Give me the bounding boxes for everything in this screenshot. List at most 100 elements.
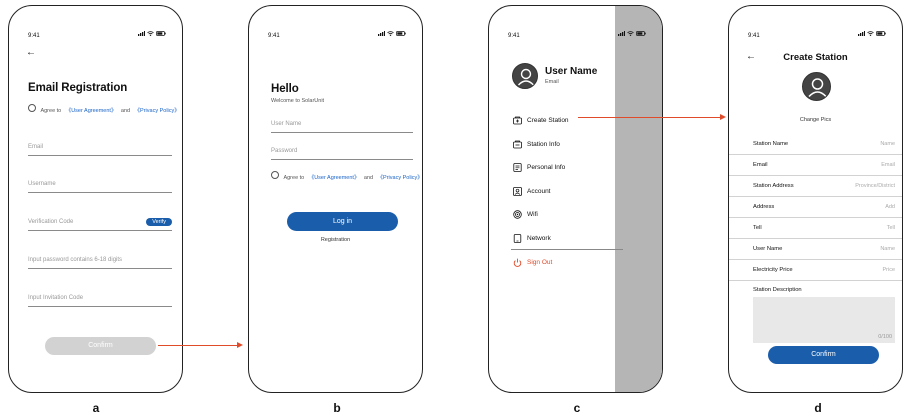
login-button[interactable]: Log in [287,212,398,231]
status-icons [618,31,646,36]
username-placeholder: User Name [271,121,302,127]
menu-label-personal-info: Personal Info [527,164,566,171]
form-row-station-address[interactable]: Station Address Province/District [729,177,902,197]
email-placeholder: Email [28,144,44,150]
agree-radio[interactable] [28,103,36,112]
menu-item-sign-out[interactable]: Sign Out [513,258,552,267]
agreement-row: Agree to 《User Agreement》 and 《Privacy P… [28,99,180,117]
menu-item-personal-info[interactable]: Personal Info [513,163,565,172]
status-icons [378,31,406,36]
menu-item-account[interactable]: Account [513,187,551,196]
panel-label-a: a [92,401,100,415]
user-name: User Name [545,66,598,77]
flow-arrow-head [237,342,243,348]
form-label: Electricity Price [753,267,793,273]
status-time: 9:41 [28,33,40,39]
station-info-icon [513,140,522,149]
page-title: Create Station [783,52,848,63]
form-label: Address [753,204,775,210]
form-hint: Province/District [855,183,895,189]
status-icons [138,31,166,36]
form-label: Station Name [753,141,789,147]
invitation-code-field[interactable]: Input Invitation Code [28,289,172,307]
menu-item-create-station[interactable]: Create Station [513,116,569,125]
form-row-address[interactable]: Address Add [729,198,902,218]
user-agreement-link[interactable]: 《User Agreement》 [66,108,117,114]
create-station-icon [513,116,522,125]
menu-label-network: Network [527,235,551,242]
form-hint: Name [880,141,895,147]
phone-login: 9:41 Hello Welcome to SolarUnit User Nam… [248,5,423,393]
phone-create-station: 9:41 ← Create Station Change Pics Statio… [728,5,903,393]
panel-label-d: d [814,401,822,415]
menu-label-account: Account [527,188,551,195]
menu-label-sign-out: Sign Out [527,259,553,266]
confirm-button[interactable]: Confirm [768,346,879,364]
signal-icon [618,31,625,36]
confirm-button[interactable]: Confirm [45,337,156,355]
form-row-electricity-price[interactable]: Electricity Price Price [729,261,902,281]
privacy-policy-link[interactable]: 《Privacy Policy》 [378,175,422,181]
username-field[interactable]: Username [28,175,172,193]
signal-icon [138,31,145,36]
account-icon [513,187,522,196]
form-row-station-name[interactable]: Station Name Name [729,135,902,155]
flow-arrow-c-to-d [578,117,720,118]
verification-code-field[interactable]: Verification Code Verify [28,213,172,231]
personal-info-icon [513,163,522,172]
avatar[interactable] [512,63,538,89]
verify-button[interactable]: Verify [146,218,172,226]
status-time: 9:41 [748,33,760,39]
form-row-user-name[interactable]: User Name Name [729,240,902,260]
wifi-status-icon [387,31,394,36]
agree-prefix: Agree to [283,175,305,181]
wifi-icon [513,210,522,219]
network-icon [513,234,522,243]
user-icon [517,68,535,86]
form-hint: Add [885,204,895,210]
battery-icon [636,31,646,36]
wifi-status-icon [627,31,634,36]
menu-label-wifi: Wifi [527,211,538,218]
password-placeholder: Input password contains 6-18 digits [28,257,123,263]
username-field[interactable]: User Name [271,115,413,133]
form-label: Email [753,162,768,168]
user-icon [808,78,827,98]
password-field[interactable]: Input password contains 6-18 digits [28,251,172,269]
menu-divider [511,249,623,250]
user-email: Email [545,79,559,85]
back-arrow-icon[interactable]: ← [26,48,36,58]
invitation-code-placeholder: Input Invitation Code [28,295,84,301]
panel-label-b: b [333,401,341,415]
status-time: 9:41 [508,33,520,39]
email-field[interactable]: Email [28,138,172,156]
privacy-policy-link[interactable]: 《Privacy Policy》 [135,108,180,114]
panel-label-c: c [573,401,581,415]
change-pics-link[interactable]: Change Pics [729,117,902,123]
user-agreement-link[interactable]: 《User Agreement》 [309,175,360,181]
form-hint: Price [882,267,895,273]
flow-arrow-a-to-b [158,345,238,346]
form-row-email[interactable]: Email Email [729,156,902,176]
registration-link[interactable]: Registration [249,237,422,243]
menu-item-wifi[interactable]: Wifi [513,210,538,219]
char-count: 0/100 [878,334,892,340]
agree-radio[interactable] [271,170,279,179]
username-placeholder: Username [28,181,56,187]
battery-icon [876,31,886,36]
form-row-tell[interactable]: Tell Tell [729,219,902,239]
password-placeholder: Password [271,148,298,154]
menu-item-network[interactable]: Network [513,234,551,243]
station-avatar[interactable] [802,72,831,101]
menu-item-station-info[interactable]: Station Info [513,140,560,149]
password-field[interactable]: Password [271,142,413,160]
form-label: Station Address [753,183,794,189]
agree-and: and [120,108,131,114]
description-textarea[interactable]: 0/100 [753,297,895,343]
form-label: Tell [753,225,762,231]
form-label: User Name [753,246,783,252]
drawer-overlay[interactable] [615,6,662,392]
form-hint: Tell [886,225,895,231]
menu-label-station-info: Station Info [527,141,560,148]
welcome-subtitle: Welcome to SolarUnit [271,98,325,104]
